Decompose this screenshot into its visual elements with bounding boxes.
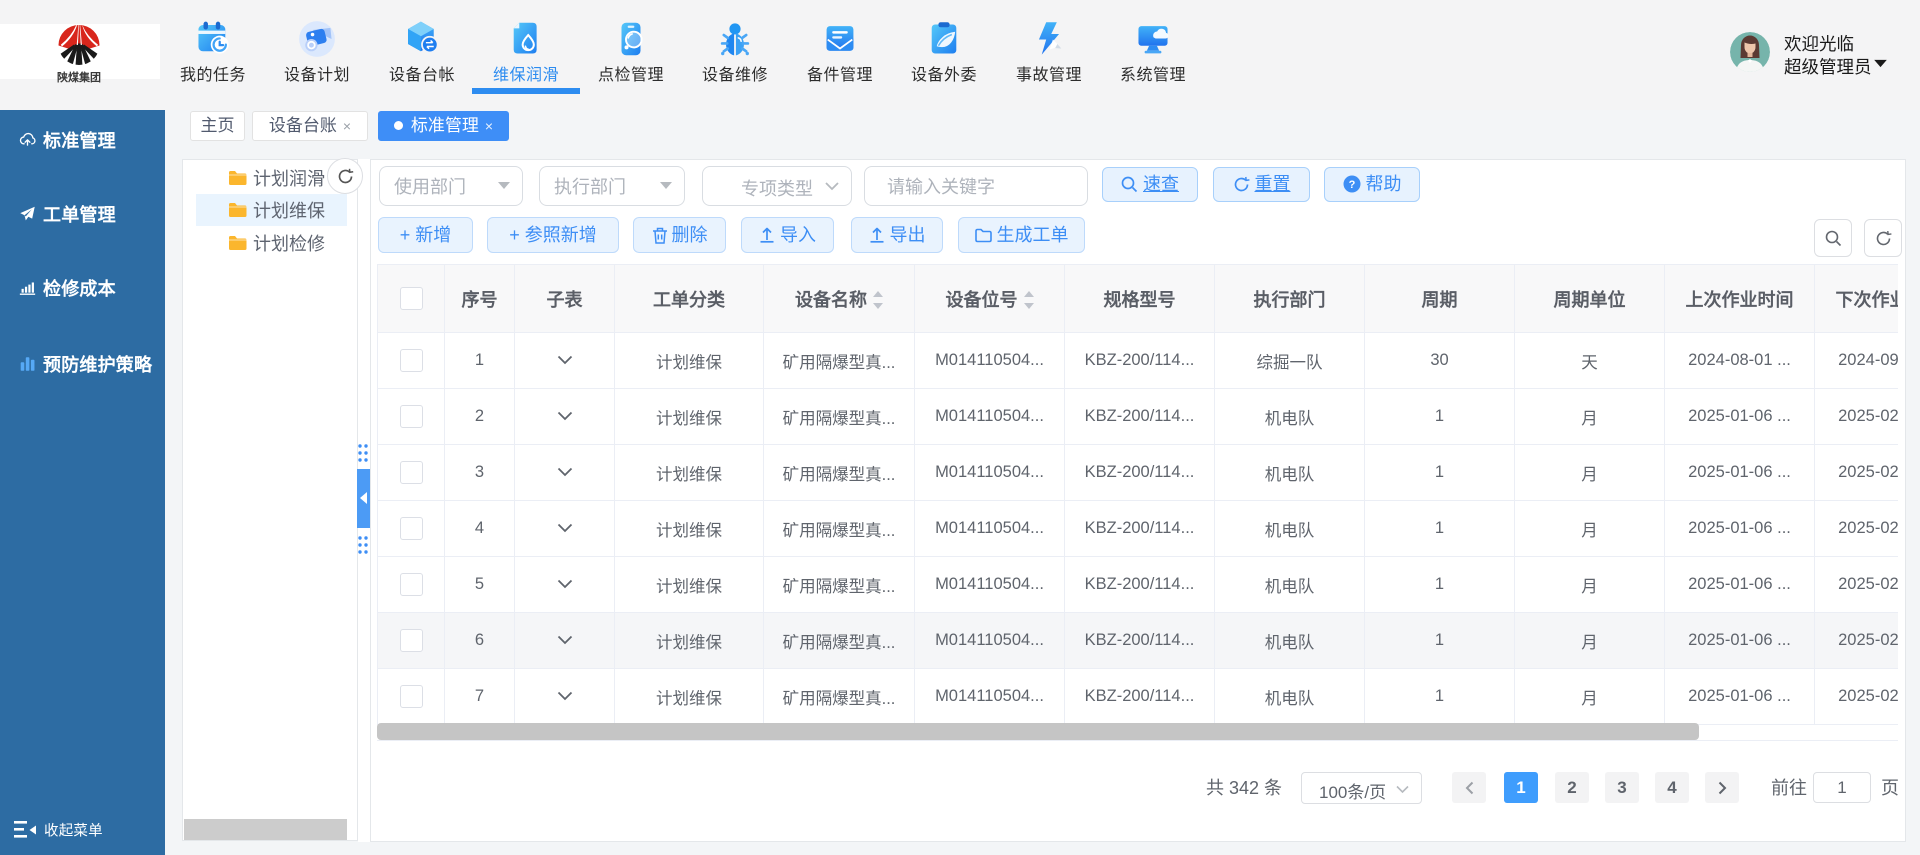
svg-text:?: ? (1348, 179, 1355, 191)
